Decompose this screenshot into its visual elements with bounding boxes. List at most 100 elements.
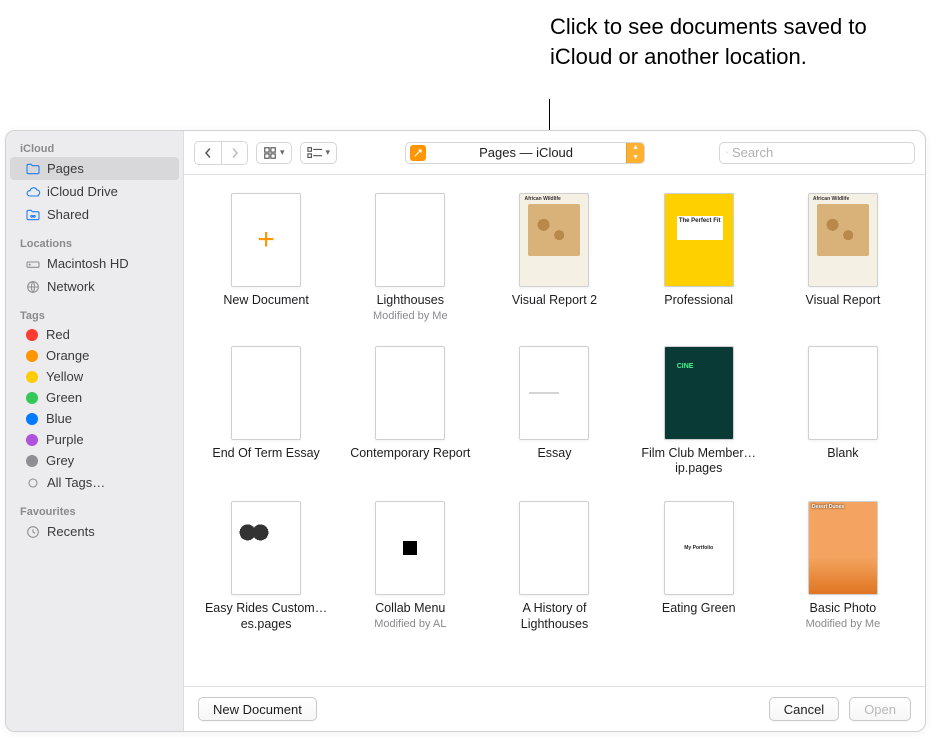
annotation-text: Click to see documents saved to iCloud o… [550, 12, 870, 71]
doc-sublabel: Modified by Me [806, 618, 881, 630]
doc-item[interactable]: My Portfolio Eating Green [635, 501, 763, 632]
doc-item[interactable]: Easy Rides Custom…es.pages [202, 501, 330, 632]
new-document-item[interactable]: + New Document [202, 193, 330, 322]
doc-thumb [808, 346, 878, 440]
sidebar-tag-yellow[interactable]: Yellow [10, 366, 179, 387]
sidebar-item-label: Yellow [46, 369, 83, 384]
doc-thumb [519, 346, 589, 440]
doc-thumb: My Portfolio [664, 501, 734, 595]
sidebar-tag-blue[interactable]: Blue [10, 408, 179, 429]
dialog-footer: New Document Cancel Open [184, 686, 925, 731]
doc-item[interactable]: Blank [779, 346, 907, 477]
sidebar-tag-red[interactable]: Red [10, 324, 179, 345]
doc-thumb [231, 346, 301, 440]
doc-item[interactable]: Essay [490, 346, 618, 477]
doc-thumb [519, 501, 589, 595]
location-popup-button[interactable]: Pages — iCloud ▲▼ [405, 142, 645, 164]
sidebar-item-label: Blue [46, 411, 72, 426]
doc-thumb [375, 193, 445, 287]
sidebar-item-label: Macintosh HD [47, 256, 129, 271]
doc-label: Basic Photo [810, 601, 877, 617]
doc-label: End Of Term Essay [212, 446, 319, 462]
sidebar-item-label: Shared [47, 207, 89, 222]
chevron-down-icon: ▾ [280, 147, 285, 158]
search-icon [726, 146, 728, 159]
doc-item[interactable]: The Perfect Fit Professional [635, 193, 763, 322]
pages-app-icon [410, 145, 426, 161]
doc-item[interactable]: Film Club Member…ip.pages [635, 346, 763, 477]
sidebar-header-tags: Tags [6, 306, 183, 324]
sidebar-item-macintosh-hd[interactable]: Macintosh HD [10, 252, 179, 275]
cloud-icon [24, 183, 41, 200]
doc-label: Contemporary Report [350, 446, 470, 462]
doc-label: Professional [664, 293, 733, 309]
chevron-right-icon [230, 148, 240, 158]
globe-icon [24, 278, 41, 295]
new-document-thumb: + [231, 193, 301, 287]
all-tags-icon [24, 474, 41, 491]
doc-label: Collab Menu [375, 601, 445, 617]
doc-sublabel: Modified by Me [373, 310, 448, 322]
sidebar-item-label: Red [46, 327, 70, 342]
doc-label: Film Club Member…ip.pages [635, 446, 763, 477]
new-document-button[interactable]: New Document [198, 697, 317, 721]
sidebar-item-label: Pages [47, 161, 84, 176]
doc-label: Lighthouses [377, 293, 444, 309]
doc-item[interactable]: African Wildlife Visual Report [779, 193, 907, 322]
doc-item[interactable]: End Of Term Essay [202, 346, 330, 477]
sidebar-all-tags[interactable]: All Tags… [10, 471, 179, 494]
sidebar-header-favourites: Favourites [6, 502, 183, 520]
sidebar-item-shared[interactable]: Shared [10, 203, 179, 226]
sidebar-header-locations: Locations [6, 234, 183, 252]
doc-label: New Document [223, 293, 308, 309]
sidebar-item-recents[interactable]: Recents [10, 520, 179, 543]
sidebar-item-label: Purple [46, 432, 84, 447]
sidebar-tag-purple[interactable]: Purple [10, 429, 179, 450]
search-field[interactable] [719, 142, 915, 164]
sidebar: iCloud Pages iCloud Drive Shared Locatio… [6, 131, 184, 731]
sidebar-item-icloud-drive[interactable]: iCloud Drive [10, 180, 179, 203]
sidebar-item-label: Recents [47, 524, 95, 539]
doc-label: Visual Report [805, 293, 880, 309]
doc-item[interactable]: A History of Lighthouses [490, 501, 618, 632]
tag-dot-icon [26, 413, 38, 425]
forward-button[interactable] [221, 142, 247, 164]
open-button[interactable]: Open [849, 697, 911, 721]
sidebar-item-label: Grey [46, 453, 74, 468]
toolbar: ▾ ▾ Pages — iCloud ▲▼ [184, 131, 925, 175]
back-button[interactable] [195, 142, 221, 164]
doc-item[interactable]: Desert Dunes Basic Photo Modified by Me [779, 501, 907, 632]
doc-thumb: Desert Dunes [808, 501, 878, 595]
doc-thumb: The Perfect Fit [664, 193, 734, 287]
nav-group [194, 141, 248, 165]
chevron-down-icon: ▾ [326, 147, 331, 158]
cancel-button[interactable]: Cancel [769, 697, 839, 721]
doc-thumb [375, 501, 445, 595]
doc-sublabel: Modified by AL [374, 618, 446, 630]
plus-icon: + [257, 223, 275, 257]
doc-item[interactable]: Lighthouses Modified by Me [346, 193, 474, 322]
sidebar-item-label: All Tags… [47, 475, 105, 490]
location-stepper-icon: ▲▼ [626, 143, 644, 163]
doc-item[interactable]: Contemporary Report [346, 346, 474, 477]
doc-label: Essay [537, 446, 571, 462]
search-input[interactable] [732, 145, 908, 160]
doc-label: Blank [827, 446, 858, 462]
sidebar-item-label: Network [47, 279, 95, 294]
folder-icon [24, 160, 41, 177]
grid-icon [263, 146, 277, 160]
group-mode-button[interactable]: ▾ [300, 142, 338, 164]
sidebar-tag-green[interactable]: Green [10, 387, 179, 408]
disk-icon [24, 255, 41, 272]
sidebar-tag-grey[interactable]: Grey [10, 450, 179, 471]
view-mode-button[interactable]: ▾ [256, 142, 292, 164]
sidebar-item-pages[interactable]: Pages [10, 157, 179, 180]
doc-item[interactable]: African Wildlife Visual Report 2 [490, 193, 618, 322]
document-grid-area[interactable]: + New Document Lighthouses Modified by M… [184, 175, 925, 686]
sidebar-tag-orange[interactable]: Orange [10, 345, 179, 366]
sidebar-item-network[interactable]: Network [10, 275, 179, 298]
doc-item[interactable]: Collab Menu Modified by AL [346, 501, 474, 632]
tag-dot-icon [26, 350, 38, 362]
sidebar-item-label: Orange [46, 348, 89, 363]
tag-dot-icon [26, 329, 38, 341]
